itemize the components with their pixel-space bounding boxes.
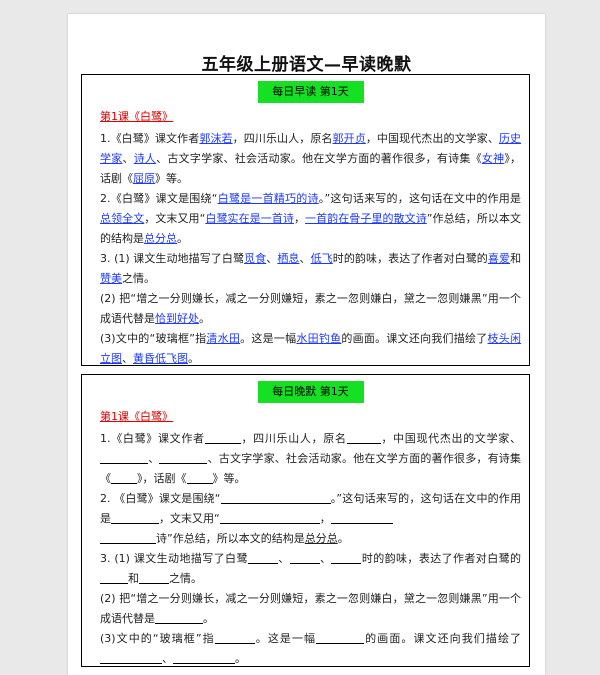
- blank[interactable]: [100, 650, 162, 664]
- page-title: 五年级上册语文—早读晚默: [201, 55, 412, 75]
- blank[interactable]: [100, 450, 148, 464]
- answer: 总领全文: [100, 212, 145, 225]
- blank[interactable]: [330, 510, 393, 524]
- blank[interactable]: [155, 610, 203, 624]
- blank[interactable]: [219, 510, 320, 524]
- evening-item-1: 1.《白鹭》课文作者 ，四川乐山人，原名 ，中国现代杰出的文学家、、 、古文字学家、社…: [100, 430, 522, 485]
- answer: 郭沫若: [199, 132, 233, 145]
- answer: 低飞: [310, 252, 333, 265]
- document-page: 五年级上册语文—早读晚默 每日早读 第1天 第1课《白鹭》 1.《白鹭》课文作者…: [68, 14, 545, 675]
- evening-item-2: 2. 《白鹭》课文是围绕“ 。”这句话来写的，这句话在文中的作用是 ，文末又用“，诗…: [100, 490, 521, 545]
- morning-item-3: 3. (1) 课文生动地描写了白鹭觅食、栖息、低飞时的韵味，表达了作者对白鹭的喜…: [100, 252, 522, 285]
- answer: 白鹭是一首精巧的诗: [217, 192, 319, 205]
- morning-item-4: (2) 把“增之一分则嫌长，减之一分则嫌短，素之一忽则嫌白，黛之一忽则嫌黑”用一…: [100, 292, 521, 325]
- answer: 喜爱: [487, 252, 511, 265]
- blank[interactable]: [139, 570, 169, 584]
- evening-lesson-title: 第1课《白鹭》: [100, 410, 173, 423]
- evening-item-3: 3. (1) 课文生动地描写了白鹭、、时的韵味，表达了作者对白鹭的和 之情。: [100, 550, 522, 585]
- structure-answer: 总分总: [304, 532, 338, 545]
- blank[interactable]: [111, 510, 159, 524]
- answer: 水田钓鱼: [296, 332, 342, 345]
- blank[interactable]: [247, 550, 278, 564]
- answer: 屈原: [133, 172, 155, 185]
- morning-item-1: 1.《白鹭》课文作者郭沫若，四川乐山人，原名郭开贞，中国现代杰出的文学家、历史学…: [100, 132, 522, 185]
- morning-reading-box: 每日早读 第1天 第1课《白鹭》 1.《白鹭》课文作者郭沫若，四川乐山人，原名郭…: [81, 74, 530, 366]
- evening-item-5: (3)文中的“玻璃框”指 。这是一幅 的画面。课文还向我们描绘了、。: [100, 630, 522, 665]
- blank[interactable]: [346, 430, 381, 444]
- answer: 清水田: [206, 332, 241, 345]
- blank[interactable]: [100, 570, 128, 584]
- blank[interactable]: [111, 470, 137, 484]
- blank[interactable]: [331, 550, 362, 564]
- blank[interactable]: [100, 530, 156, 544]
- answer: 总分总: [144, 232, 177, 245]
- evening-dictation-box: 每日晚默 第1天 第1课《白鹭》 1.《白鹭》课文作者 ，四川乐山人，原名 ，中国现…: [81, 374, 530, 667]
- answer: 一首韵在骨子里的散文诗: [305, 212, 427, 225]
- blank[interactable]: [289, 550, 320, 564]
- morning-lesson-title: 第1课《白鹭》: [100, 110, 173, 123]
- answer: 诗人: [133, 152, 157, 165]
- answer: 赞美: [100, 272, 122, 285]
- answer: 觅食: [244, 252, 267, 265]
- answer: 女神: [481, 152, 505, 165]
- blank[interactable]: [186, 470, 213, 484]
- blank[interactable]: [173, 650, 235, 664]
- blank[interactable]: [204, 430, 241, 444]
- answer: 白鹭实在是一首诗: [205, 212, 294, 225]
- morning-item-2: 2.《白鹭》课文是围绕“白鹭是一首精巧的诗。”这句话来写的，这句话在文中的作用是…: [100, 192, 522, 245]
- answer: 郭开贞: [332, 132, 366, 145]
- evening-item-4: (2) 把“增之一分则嫌长，减之一分则嫌短，素之一忽则嫌白，黛之一忽则嫌黑”用一…: [100, 592, 521, 625]
- answer: 恰到好处: [155, 312, 199, 325]
- blank[interactable]: [316, 630, 365, 644]
- answer: 栖息: [277, 252, 300, 265]
- blank[interactable]: [159, 450, 208, 464]
- morning-header: 每日早读 第1天: [257, 81, 364, 103]
- answer: 黄昏低飞图: [133, 352, 188, 365]
- evening-header: 每日晚默 第1天: [257, 381, 364, 403]
- morning-item-5: (3)文中的“玻璃框”指清水田。这是一幅水田钓鱼的画面。课文还向我们描绘了枝头闲…: [100, 332, 522, 365]
- blank[interactable]: [220, 490, 331, 504]
- blank[interactable]: [214, 630, 255, 644]
